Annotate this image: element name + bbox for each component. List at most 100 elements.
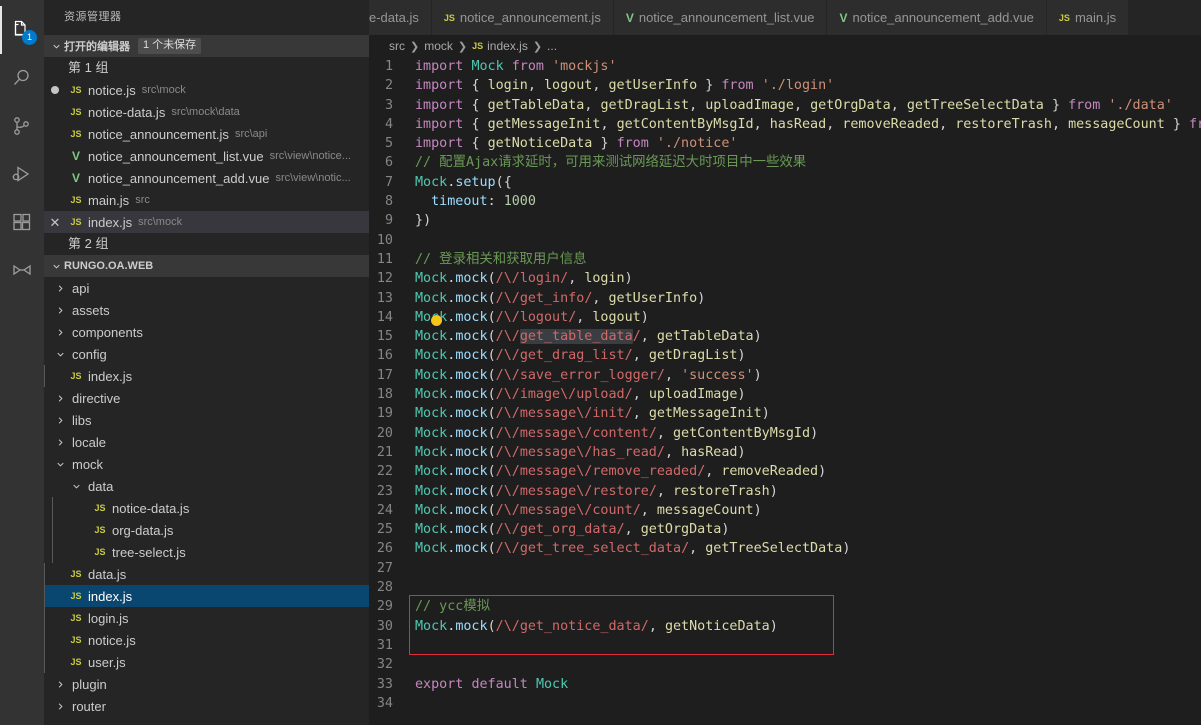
line-number: 33 (376, 676, 393, 692)
code-line[interactable]: Mock.mock(/\/login/, login) (415, 269, 1201, 288)
code-line[interactable] (415, 636, 1201, 655)
breadcrumb-item-mock[interactable]: mock (424, 39, 453, 53)
indent-spacer (44, 607, 68, 629)
tree-item-api[interactable]: api (44, 277, 369, 299)
tree-item-notice-data-js[interactable]: JS notice-data.js (44, 497, 369, 519)
line-number: 24 (376, 502, 393, 518)
code-editor[interactable]: 1 2 3 4 5 6 7 8 9 10 11 12 13 14 15 16 17 18 19 20 21 22 23 24 2… (369, 57, 1201, 725)
activity-item-search[interactable] (0, 54, 44, 102)
line-number: 19 (376, 406, 393, 422)
code-line[interactable]: Mock.mock(/\/message\/init/, getMessageI… (415, 404, 1201, 423)
code-line[interactable]: // 登录相关和获取用户信息 (415, 250, 1201, 269)
breadcrumb-item-src[interactable]: src (389, 39, 405, 53)
code-line[interactable]: Mock.mock(/\/image\/upload/, uploadImage… (415, 385, 1201, 404)
line-number: 9 (384, 213, 393, 229)
editor-tab-label: notice_announcement_list.vue (638, 10, 815, 25)
vue-file-icon: V (71, 171, 80, 185)
open-editor-row[interactable]: JS notice_announcement.js src\api (44, 123, 369, 145)
code-line[interactable] (415, 578, 1201, 597)
breadcrumb-item-file[interactable]: JS index.js (472, 39, 528, 53)
activity-item-explorer[interactable]: 1 (0, 6, 44, 54)
js-file-icon: JS (70, 107, 82, 117)
tree-item-mock[interactable]: mock (44, 453, 369, 475)
activity-item-vue-tools[interactable] (0, 246, 44, 294)
open-editor-row[interactable]: V notice_announcement_list.vue src\view\… (44, 145, 369, 167)
code-line[interactable]: Mock.mock(/\/get_org_data/, getOrgData) (415, 520, 1201, 539)
tree-item-label: index.js (88, 368, 133, 384)
code-content[interactable]: import Mock from 'mockjs' import { login,… (415, 57, 1201, 725)
code-line[interactable]: Mock.setup({ (415, 173, 1201, 192)
code-line[interactable] (415, 655, 1201, 674)
code-line[interactable]: timeout: 1000 (415, 192, 1201, 211)
tree-item-data-js[interactable]: JS data.js (44, 563, 369, 585)
tree-item-config[interactable]: config (44, 343, 369, 365)
code-line[interactable]: import { login, logout, getUserInfo } fr… (415, 76, 1201, 95)
close-icon[interactable]: ✕ (44, 216, 66, 229)
chevron-down-icon (68, 481, 84, 492)
code-line[interactable]: Mock.mock(/\/message\/restore/, restoreT… (415, 482, 1201, 501)
editor-tab[interactable]: JS main.js (1046, 0, 1130, 35)
code-line[interactable]: // 配置Ajax请求延时，可用来测试网络延迟大时项目中一些效果 (415, 153, 1201, 172)
editor-tab[interactable]: V notice_announcement_list.vue (613, 0, 828, 35)
code-line[interactable]: Mock.mock(/\/message\/has_read/, hasRead… (415, 443, 1201, 462)
tree-item-index-js[interactable]: JS index.js (44, 585, 369, 607)
code-line[interactable]: import { getMessageInit, getContentByMsg… (415, 115, 1201, 134)
editor-tab[interactable]: V notice_announcement_add.vue (827, 0, 1047, 35)
code-line[interactable]: import { getNoticeData } from './notice' (415, 134, 1201, 153)
tree-item-router[interactable]: router (44, 695, 369, 717)
tree-item-plugin[interactable]: plugin (44, 673, 369, 695)
tree-item-login-js[interactable]: JS login.js (44, 607, 369, 629)
open-editor-row[interactable]: V notice_announcement_add.vue src\view\n… (44, 167, 369, 189)
editor-tab[interactable]: e-data.js (369, 0, 432, 35)
tree-item-org-data-js[interactable]: JS org-data.js (44, 519, 369, 541)
tree-item-user-js[interactable]: JS user.js (44, 651, 369, 673)
code-line[interactable]: import Mock from 'mockjs' (415, 57, 1201, 76)
tree-item-label: plugin (72, 676, 107, 692)
code-line[interactable]: Mock.mock(/\/message\/remove_readed/, re… (415, 462, 1201, 481)
code-line[interactable]: Mock.mock(/\/get_info/, getUserInfo) (415, 289, 1201, 308)
open-editors-header[interactable]: 打开的编辑器 1 个未保存 (44, 35, 369, 57)
code-line[interactable]: Mock.mock(/\/get_tree_select_data/, getT… (415, 539, 1201, 558)
code-line[interactable]: import { getTableData, getDragList, uplo… (415, 96, 1201, 115)
tree-item-libs[interactable]: libs (44, 409, 369, 431)
open-editor-row-active[interactable]: ✕ JS index.js src\mock (44, 211, 369, 233)
open-editor-row[interactable]: JS notice-data.js src\mock\data (44, 101, 369, 123)
tree-item-locale[interactable]: locale (44, 431, 369, 453)
code-line[interactable]: Mock.mock(/\/get_drag_list/, getDragList… (415, 346, 1201, 365)
tree-item-assets[interactable]: assets (44, 299, 369, 321)
editor-group-2-label: 第 2 组 (68, 236, 109, 251)
editor-tab[interactable]: JS notice_announcement.js (431, 0, 614, 35)
code-line[interactable]: Mock.mock(/\/message\/count/, messageCou… (415, 501, 1201, 520)
tree-item-tree-select-js[interactable]: JS tree-select.js (44, 541, 369, 563)
code-line[interactable]: }) (415, 211, 1201, 230)
tree-item-index-js[interactable]: JS index.js (44, 365, 369, 387)
tree-item-components[interactable]: components (44, 321, 369, 343)
project-header[interactable]: RUNGO.OA.WEB (44, 255, 369, 277)
code-line[interactable] (415, 231, 1201, 250)
tree-item-notice-js[interactable]: JS notice.js (44, 629, 369, 651)
code-line[interactable]: Mock.mock(/\/logout/, logout) (415, 308, 1201, 327)
js-file-icon: JS (472, 41, 484, 51)
code-line[interactable]: export default Mock (415, 675, 1201, 694)
code-line[interactable] (415, 694, 1201, 713)
code-line[interactable]: Mock.mock(/\/get_table_data/, getTableDa… (415, 327, 1201, 346)
code-line[interactable]: Mock.mock(/\/get_notice_data/, getNotice… (415, 617, 1201, 636)
activity-item-extensions[interactable] (0, 198, 44, 246)
open-editor-path: src\view\notic... (275, 172, 351, 184)
open-editor-row[interactable]: JS notice.js src\mock (44, 79, 369, 101)
code-line[interactable]: Mock.mock(/\/save_error_logger/, 'succes… (415, 366, 1201, 385)
activity-item-source-control[interactable] (0, 102, 44, 150)
tree-item-directive[interactable]: directive (44, 387, 369, 409)
line-number: 3 (384, 97, 393, 113)
js-file-icon: JS (70, 569, 82, 579)
source-control-icon (10, 114, 34, 138)
tree-item-data[interactable]: data (44, 475, 369, 497)
breadcrumb-item-overflow[interactable]: ... (547, 39, 557, 53)
activity-item-run-and-debug[interactable] (0, 150, 44, 198)
code-line[interactable]: Mock.mock(/\/message\/content/, getConte… (415, 424, 1201, 443)
code-line[interactable]: // ycc模拟 (415, 597, 1201, 616)
open-editor-row[interactable]: JS main.js src (44, 189, 369, 211)
code-line[interactable] (415, 559, 1201, 578)
